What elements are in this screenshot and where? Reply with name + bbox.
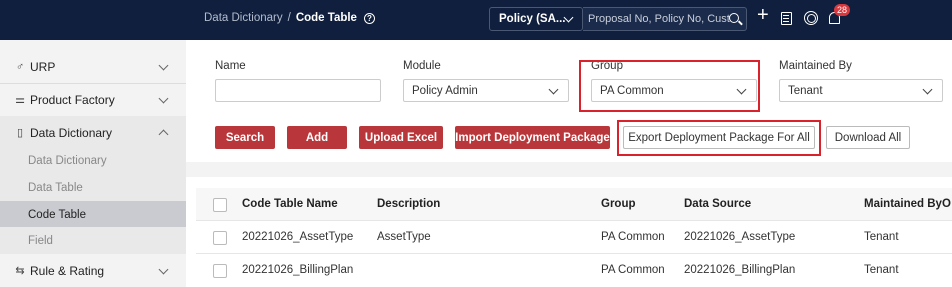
breadcrumb-separator: / <box>287 12 291 24</box>
name-label: Name <box>215 60 246 72</box>
clipboard-icon[interactable] <box>781 12 792 25</box>
sidebar-subitem-data-dictionary[interactable]: Data Dictionary <box>0 147 186 174</box>
name-input[interactable] <box>215 79 381 102</box>
cell-group: PA Common <box>601 231 665 243</box>
cell-maintained-by: Tenant <box>864 264 899 276</box>
column-header-group[interactable]: Group <box>601 198 636 210</box>
notification-badge: 28 <box>834 4 851 16</box>
breadcrumb-current: Code Table <box>295 12 357 24</box>
sidebar-subitem-label: Data Dictionary <box>28 154 107 167</box>
policy-type-select[interactable]: Policy (SA... <box>489 7 583 31</box>
module-select[interactable]: Policy Admin <box>403 79 569 102</box>
cell-maintained-by: Tenant <box>864 231 899 243</box>
sidebar-subitem-label: Data Table <box>28 181 83 194</box>
search-button[interactable]: Search <box>215 126 275 149</box>
sidebar-subitem-data-table[interactable]: Data Table <box>0 174 186 201</box>
row-checkbox[interactable] <box>213 264 227 278</box>
sidebar-item-label: URP <box>30 59 56 74</box>
sidebar-subitem-label: Field <box>28 234 53 247</box>
global-search-placeholder: Proposal No, Policy No, Cust <box>588 13 730 25</box>
cell-description: AssetType <box>377 231 431 243</box>
sidebar-item-label: Product Factory <box>30 92 115 107</box>
add-button[interactable]: Add <box>287 126 347 149</box>
column-header-maintained-by[interactable]: Maintained By <box>864 198 942 210</box>
cell-data-source: 20221026_AssetType <box>684 231 796 243</box>
sidebar-subitem-label: Code Table <box>28 208 86 221</box>
sidebar-item-label: Data Dictionary <box>30 125 113 140</box>
row-divider <box>196 220 952 221</box>
chevron-down-icon <box>158 60 169 71</box>
sidebar-subitem-field[interactable]: Field <box>0 227 186 254</box>
policy-type-value: Policy (SA... <box>499 13 566 25</box>
cell-code-table-name[interactable]: 20221026_AssetType <box>242 231 353 243</box>
row-checkbox[interactable] <box>213 231 227 245</box>
cell-group: PA Common <box>601 264 665 276</box>
maintained-by-select-value: Tenant <box>788 84 823 97</box>
group-highlight-box <box>579 60 760 112</box>
chevron-down-icon <box>158 93 169 104</box>
export-highlight-box <box>617 120 821 156</box>
column-header-data-source[interactable]: Data Source <box>684 198 751 210</box>
sidebar-item-rule-rating[interactable]: ⇆ Rule & Rating <box>0 254 186 287</box>
search-icon[interactable] <box>729 13 739 23</box>
content-gap <box>186 162 952 177</box>
import-deployment-package-button[interactable]: Import Deployment Package <box>455 126 610 149</box>
column-header-code-table-name[interactable]: Code Table Name <box>242 198 338 210</box>
column-header-operation[interactable]: O <box>942 198 951 210</box>
chevron-down-icon <box>922 84 933 95</box>
column-header-description[interactable]: Description <box>377 198 440 210</box>
upload-excel-button[interactable]: Upload Excel <box>359 126 443 149</box>
sliders-icon: ⚌ <box>15 94 25 106</box>
global-search-input[interactable]: Proposal No, Policy No, Cust <box>583 7 747 31</box>
help-icon[interactable]: ? <box>363 12 375 24</box>
breadcrumb-parent[interactable]: Data Dictionary <box>204 12 283 24</box>
sidebar-item-urp[interactable]: ♂ URP <box>0 50 186 83</box>
row-divider <box>196 253 952 254</box>
target-icon[interactable] <box>804 11 818 25</box>
download-all-button[interactable]: Download All <box>826 126 910 149</box>
chevron-down-icon <box>548 84 559 95</box>
sidebar-item-data-dictionary[interactable]: ▯ Data Dictionary <box>0 116 186 149</box>
plus-icon[interactable]: + <box>757 5 769 25</box>
cell-code-table-name[interactable]: 20221026_BillingPlan <box>242 264 353 276</box>
top-nav-bar: Data Dictionary / Code Table ? Policy (S… <box>0 0 952 40</box>
sidebar-item-label: Rule & Rating <box>30 263 105 278</box>
urp-icon: ♂ <box>15 60 25 73</box>
document-icon: ▯ <box>16 127 24 139</box>
module-select-value: Policy Admin <box>412 84 478 97</box>
rule-icon: ⇆ <box>15 265 25 277</box>
breadcrumb: Data Dictionary / Code Table ? <box>204 12 375 24</box>
maintained-by-label: Maintained By <box>779 60 852 72</box>
module-label: Module <box>403 60 441 72</box>
select-all-checkbox[interactable] <box>213 198 227 212</box>
chevron-down-icon <box>158 264 169 275</box>
cell-data-source: 20221026_BillingPlan <box>684 264 796 276</box>
sidebar-subitem-code-table[interactable]: Code Table <box>0 201 186 228</box>
sidebar-item-product-factory[interactable]: ⚌ Product Factory <box>0 83 186 116</box>
maintained-by-select[interactable]: Tenant <box>779 79 943 102</box>
chevron-up-icon <box>158 129 169 140</box>
